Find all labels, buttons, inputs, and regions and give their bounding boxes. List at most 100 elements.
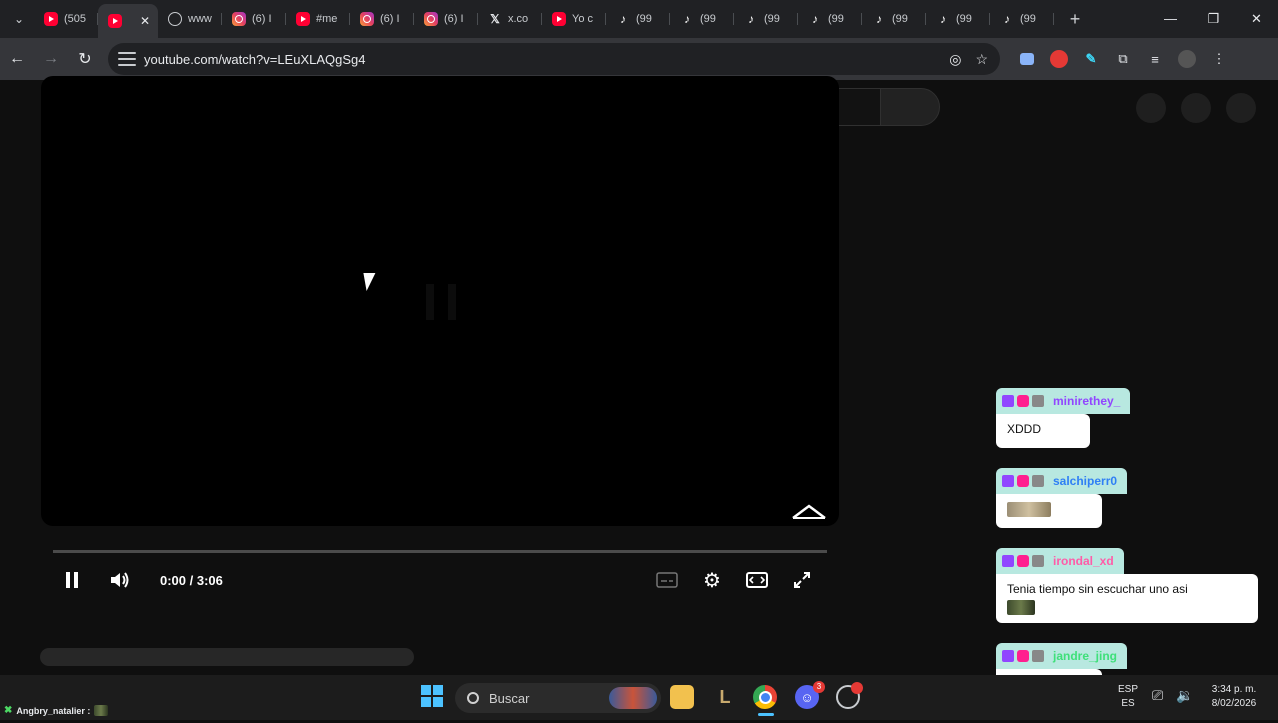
speaker-icon[interactable]: 🔉: [1176, 688, 1193, 702]
youtube-search-button[interactable]: [880, 88, 940, 126]
chat-message: minirethey_ XDDD: [996, 388, 1266, 448]
discord-badge: 3: [813, 681, 825, 693]
browser-tab[interactable]: ✕: [98, 4, 158, 38]
clock-time: 3:34 p. m.: [1211, 684, 1257, 695]
tab-list: (505 ✕ www (6) I #me (6) I (6) I 𝕏x.co Yo c ♪ (99 ♪…: [34, 0, 1054, 38]
chat-badge-icon: [1017, 555, 1029, 567]
browser-tab[interactable]: ♪ (99: [606, 4, 670, 34]
chat-message: irondal_xd Tenia tiempo sin escuchar uno …: [996, 548, 1266, 623]
chat-message-header: irondal_xd: [996, 548, 1124, 574]
app-icon[interactable]: [836, 682, 863, 709]
chat-message-header: minirethey_: [996, 388, 1131, 414]
reload-icon[interactable]: ↻: [68, 49, 102, 69]
media-controls-icon[interactable]: ≡: [1146, 50, 1164, 68]
fullscreen-icon[interactable]: [790, 568, 814, 592]
header-avatar[interactable]: [1226, 93, 1256, 123]
chrome-icon[interactable]: [753, 685, 777, 709]
browser-tab[interactable]: 𝕏x.co: [478, 4, 542, 34]
chat-badge-icon: [1017, 650, 1029, 662]
chat-message-body: [996, 494, 1102, 528]
browser-tab[interactable]: ♪ (99: [990, 4, 1054, 34]
discord-icon[interactable]: ☺ 3: [795, 681, 825, 709]
pause-button[interactable]: [60, 568, 84, 592]
tab-label: #me: [316, 13, 338, 25]
browser-tab[interactable]: (505: [34, 4, 98, 34]
new-tab-plus-icon[interactable]: +: [1060, 9, 1090, 30]
site-info-icon[interactable]: [118, 52, 136, 66]
subtitles-icon[interactable]: [656, 568, 678, 592]
settings-gear-icon[interactable]: ⚙: [700, 568, 724, 592]
chat-message-body: XDDD: [996, 414, 1090, 448]
clock[interactable]: 3:34 p. m. 8/02/2026: [1204, 683, 1264, 711]
center-pause-icon: [424, 284, 460, 320]
youtube-icon: [296, 12, 310, 26]
chat-badge-icon: [1002, 475, 1014, 487]
browser-tab[interactable]: (6) I: [222, 4, 286, 34]
video-title-placeholder: [40, 648, 414, 666]
header-action-2[interactable]: [1181, 93, 1211, 123]
league-client-icon[interactable]: L: [713, 685, 737, 709]
url-text[interactable]: youtube.com/watch?v=LEuXLAQgSg4: [144, 52, 366, 67]
tab-search-chevron-icon[interactable]: ⌄: [4, 4, 34, 34]
chat-message: salchiperr0: [996, 468, 1266, 528]
extension-2-icon[interactable]: [1050, 50, 1068, 68]
chat-badge-icon: [1032, 650, 1044, 662]
puzzle-extensions-icon[interactable]: ⧉: [1114, 50, 1132, 68]
windows-start-icon[interactable]: [421, 685, 443, 707]
youtube-icon: [108, 14, 122, 28]
browser-tab[interactable]: ♪ (99: [926, 4, 990, 34]
tab-label: (505: [64, 13, 87, 25]
chat-badge-icon: [1017, 395, 1029, 407]
browser-tab[interactable]: ♪ (99: [862, 4, 926, 34]
browser-tab[interactable]: ♪ (99: [798, 4, 862, 34]
notification-dot: [851, 682, 863, 694]
tab-label: (99: [700, 13, 716, 25]
chat-badge-icon: [1002, 650, 1014, 662]
tiktok-icon: ♪: [1004, 12, 1010, 26]
file-explorer-icon[interactable]: [670, 685, 694, 709]
browser-tab[interactable]: www: [158, 4, 222, 34]
tab-label: (6) I: [444, 13, 464, 25]
user-emote: [94, 705, 109, 716]
eye-off-icon[interactable]: ◎: [949, 51, 961, 68]
chat-message-header: jandre_jing: [996, 643, 1128, 669]
browser-tab[interactable]: #me: [286, 4, 350, 34]
back-arrow-icon[interactable]: ←: [0, 50, 34, 68]
tiktok-icon: ♪: [812, 12, 818, 26]
chevron-up-icon[interactable]: [791, 502, 827, 522]
browser-tab[interactable]: (6) I: [414, 4, 478, 34]
browser-tab[interactable]: Yo c: [542, 4, 606, 34]
restore-icon[interactable]: ❐: [1192, 11, 1235, 27]
profile-avatar-icon[interactable]: [1178, 50, 1196, 68]
network-icon[interactable]: ⎚: [1152, 688, 1163, 702]
close-window-icon[interactable]: ✕: [1235, 11, 1278, 27]
forward-arrow-icon[interactable]: →: [34, 50, 68, 68]
username-text: Angbry_natalier :: [16, 705, 91, 716]
browser-tab[interactable]: (6) I: [350, 4, 414, 34]
language-indicator[interactable]: ESP ES: [1118, 683, 1138, 711]
theater-mode-icon[interactable]: [745, 568, 769, 592]
lang-bottom: ES: [1121, 698, 1135, 709]
address-bar[interactable]: youtube.com/watch?v=LEuXLAQgSg4 ◎ ☆: [108, 43, 1000, 75]
tiktok-icon: ♪: [748, 12, 754, 26]
bookmark-star-icon[interactable]: ☆: [975, 51, 988, 68]
volume-icon[interactable]: [107, 568, 133, 592]
taskbar-search[interactable]: Buscar: [455, 683, 661, 713]
video-progress-bar[interactable]: [53, 550, 827, 553]
browser-tab[interactable]: ♪ (99: [670, 4, 734, 34]
search-highlight-image: [609, 687, 657, 709]
instagram-icon: [424, 12, 438, 26]
tab-label: (99: [828, 13, 844, 25]
instagram-icon: [360, 12, 374, 26]
chat-username: irondal_xd: [1053, 554, 1114, 568]
tab-label: (99: [1020, 13, 1036, 25]
tab-close-icon[interactable]: ✕: [140, 14, 150, 28]
extension-1-icon[interactable]: [1018, 50, 1036, 68]
chat-username: minirethey_: [1053, 394, 1121, 408]
header-action-1[interactable]: [1136, 93, 1166, 123]
extension-3-icon[interactable]: ✎: [1082, 50, 1100, 68]
browser-tab[interactable]: ♪ (99: [734, 4, 798, 34]
more-menu-icon[interactable]: ⋮: [1210, 50, 1228, 68]
chat-badge-icon: [1017, 475, 1029, 487]
minimize-icon[interactable]: —: [1149, 11, 1192, 27]
